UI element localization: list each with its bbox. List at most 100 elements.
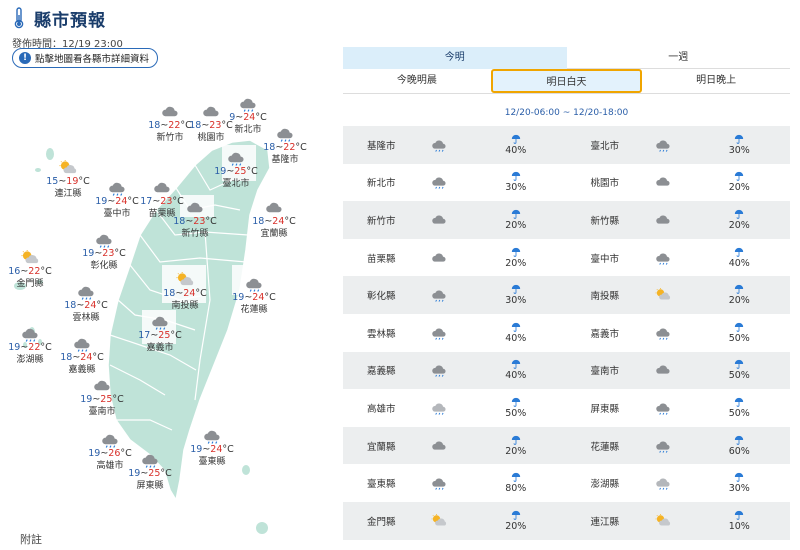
map-label-18[interactable]: 19~25°C 臺南市 <box>70 378 134 418</box>
pop-value: 20% <box>728 182 750 194</box>
county-forecast-cell[interactable]: 嘉義市 50% <box>567 314 791 352</box>
tab-tomorrow-day[interactable]: 明日白天 <box>490 69 643 93</box>
forecast-period: 12/20-06:00 ~ 12/20-18:00 <box>504 108 629 118</box>
rain-probability: 20% <box>689 284 791 306</box>
county-name: 彰化縣 <box>367 291 396 303</box>
low-temp: 19 <box>8 342 21 353</box>
low-temp: 18 <box>173 216 186 227</box>
map-label-15[interactable]: 17~25°C 嘉義市 <box>128 314 192 354</box>
county-forecast-cell[interactable]: 南投縣 20% <box>567 276 791 314</box>
umbrella-icon <box>511 285 520 294</box>
county-forecast-cell[interactable]: 彰化縣 30% <box>343 276 567 314</box>
county-forecast-cell[interactable]: 連江縣 10% <box>567 502 791 540</box>
low-temp: 18 <box>189 120 202 131</box>
high-temp: 25 <box>148 468 161 479</box>
map-label-9[interactable]: 18~24°C 宜蘭縣 <box>242 200 306 240</box>
celsius-unit: °C <box>92 352 104 363</box>
county-forecast-cell[interactable]: 高雄市 50% <box>343 389 567 427</box>
county-name: 基隆市 <box>367 140 396 152</box>
county-forecast-cell[interactable]: 基隆市 40% <box>343 126 567 164</box>
cloud-icon <box>154 182 170 193</box>
cloud-rain-icon <box>655 328 670 340</box>
tab-today-tomorrow[interactable]: 今明 <box>343 47 567 69</box>
annotation-link[interactable]: 附註 <box>20 531 42 547</box>
umbrella-icon <box>735 510 744 520</box>
county-forecast-cell[interactable]: 屏東縣 50% <box>567 389 791 427</box>
celsius-unit: °C <box>112 394 124 405</box>
map-label-17[interactable]: 19~22°C 澎湖縣 <box>0 326 62 366</box>
county-forecast-cell[interactable]: 宜蘭縣 20% <box>343 427 567 465</box>
county-forecast-cell[interactable]: 金門縣 20% <box>343 502 567 540</box>
weather-icon-wrap <box>637 288 689 302</box>
table-row: 基隆市 40% 臺北市 30% <box>343 126 790 164</box>
county-forecast-cell[interactable]: 澎湖縣 30% <box>567 464 791 502</box>
weather-icon-wrap <box>637 138 689 152</box>
tab-tomorrow-night[interactable]: 明日晚上 <box>642 69 790 93</box>
pop-value: 40% <box>505 144 527 156</box>
cloud-rain-icon <box>655 403 670 415</box>
map-hint-text: 點擊地圖看各縣市詳細資料 <box>35 54 150 65</box>
period-tabs: 今明 一週 <box>343 47 790 69</box>
county-name: 新北市 <box>367 178 396 190</box>
rain-probability: 40% <box>465 322 567 344</box>
umbrella-icon <box>735 397 744 407</box>
umbrella-icon <box>511 472 520 482</box>
county-forecast-cell[interactable]: 臺南市 50% <box>567 352 791 390</box>
map-label-13[interactable]: 19~24°C 花蓮縣 <box>222 276 286 316</box>
map-label-12[interactable]: 18~24°C 南投縣 <box>153 272 217 312</box>
map-label-11[interactable]: 16~22°C 金門縣 <box>0 250 62 290</box>
low-temp: 19 <box>82 248 95 259</box>
tab-week[interactable]: 一週 <box>566 47 790 69</box>
celsius-unit: °C <box>40 342 52 353</box>
map-label-6[interactable]: 19~25°C 臺北市 <box>204 150 268 190</box>
tab-tonight[interactable]: 今晚明晨 <box>343 69 491 93</box>
county-forecast-cell[interactable]: 臺東縣 80% <box>343 464 567 502</box>
temperature-range: 19~25°C <box>118 468 182 480</box>
cloud-rain-icon <box>246 278 262 292</box>
temperature-range: 16~22°C <box>0 266 62 278</box>
cloud-rain-icon <box>74 338 90 352</box>
celsius-unit: °C <box>160 468 172 479</box>
county-name: 南投縣 <box>171 301 199 311</box>
county-forecast-cell[interactable]: 新北市 30% <box>343 164 567 202</box>
county-name: 桃園市 <box>590 178 620 190</box>
celsius-unit: °C <box>170 330 182 341</box>
map-label-14[interactable]: 18~24°C 雲林縣 <box>54 284 118 324</box>
pop-value: 50% <box>505 407 527 419</box>
county-name: 花蓮縣 <box>590 441 620 453</box>
temperature-range: 9~24°C <box>216 112 280 124</box>
county-forecast-cell[interactable]: 雲林縣 40% <box>343 314 567 352</box>
county-forecast-cell[interactable]: 花蓮縣 60% <box>567 427 791 465</box>
weather-icon-wrap <box>637 439 689 453</box>
map-label-10[interactable]: 19~23°C 彰化縣 <box>72 232 136 272</box>
county-forecast-cell[interactable]: 臺北市 30% <box>567 126 791 164</box>
county-forecast-cell[interactable]: 嘉義縣 40% <box>343 352 567 390</box>
cloud-icon <box>266 202 282 213</box>
rain-probability: 10% <box>689 510 791 532</box>
county-name: 高雄市 <box>367 403 396 415</box>
map-label-21[interactable]: 19~24°C 臺東縣 <box>180 428 244 468</box>
county-forecast-cell[interactable]: 新竹市 20% <box>343 201 567 239</box>
cloud-icon <box>94 380 110 391</box>
county-forecast-cell[interactable]: 新竹縣 20% <box>567 201 791 239</box>
sun-cloud-icon <box>655 288 670 300</box>
table-row: 高雄市 50% 屏東縣 50% <box>343 389 790 427</box>
high-temp: 24 <box>252 292 265 303</box>
celsius-unit: °C <box>96 300 108 311</box>
low-temp: 16 <box>8 266 21 277</box>
low-temp: 18 <box>163 288 176 299</box>
weather-icon-wrap <box>413 439 465 453</box>
county-forecast-cell[interactable]: 桃園市 20% <box>567 164 791 202</box>
map-label-20[interactable]: 19~25°C 屏東縣 <box>118 452 182 492</box>
county-name: 宜蘭縣 <box>260 229 288 239</box>
county-forecast-cell[interactable]: 臺中市 40% <box>567 239 791 277</box>
county-name: 臺東縣 <box>198 457 226 467</box>
high-temp: 25 <box>234 166 247 177</box>
cloud-icon <box>187 202 203 213</box>
weather-icon-wrap <box>637 401 689 415</box>
county-name: 屏東縣 <box>136 481 164 491</box>
map-hint-button[interactable]: ! 點擊地圖看各縣市詳細資料 <box>12 48 159 68</box>
county-forecast-cell[interactable]: 苗栗縣 20% <box>343 239 567 277</box>
map-label-8[interactable]: 18~23°C 新竹縣 <box>163 200 227 240</box>
temperature-range: 18~23°C <box>163 216 227 228</box>
